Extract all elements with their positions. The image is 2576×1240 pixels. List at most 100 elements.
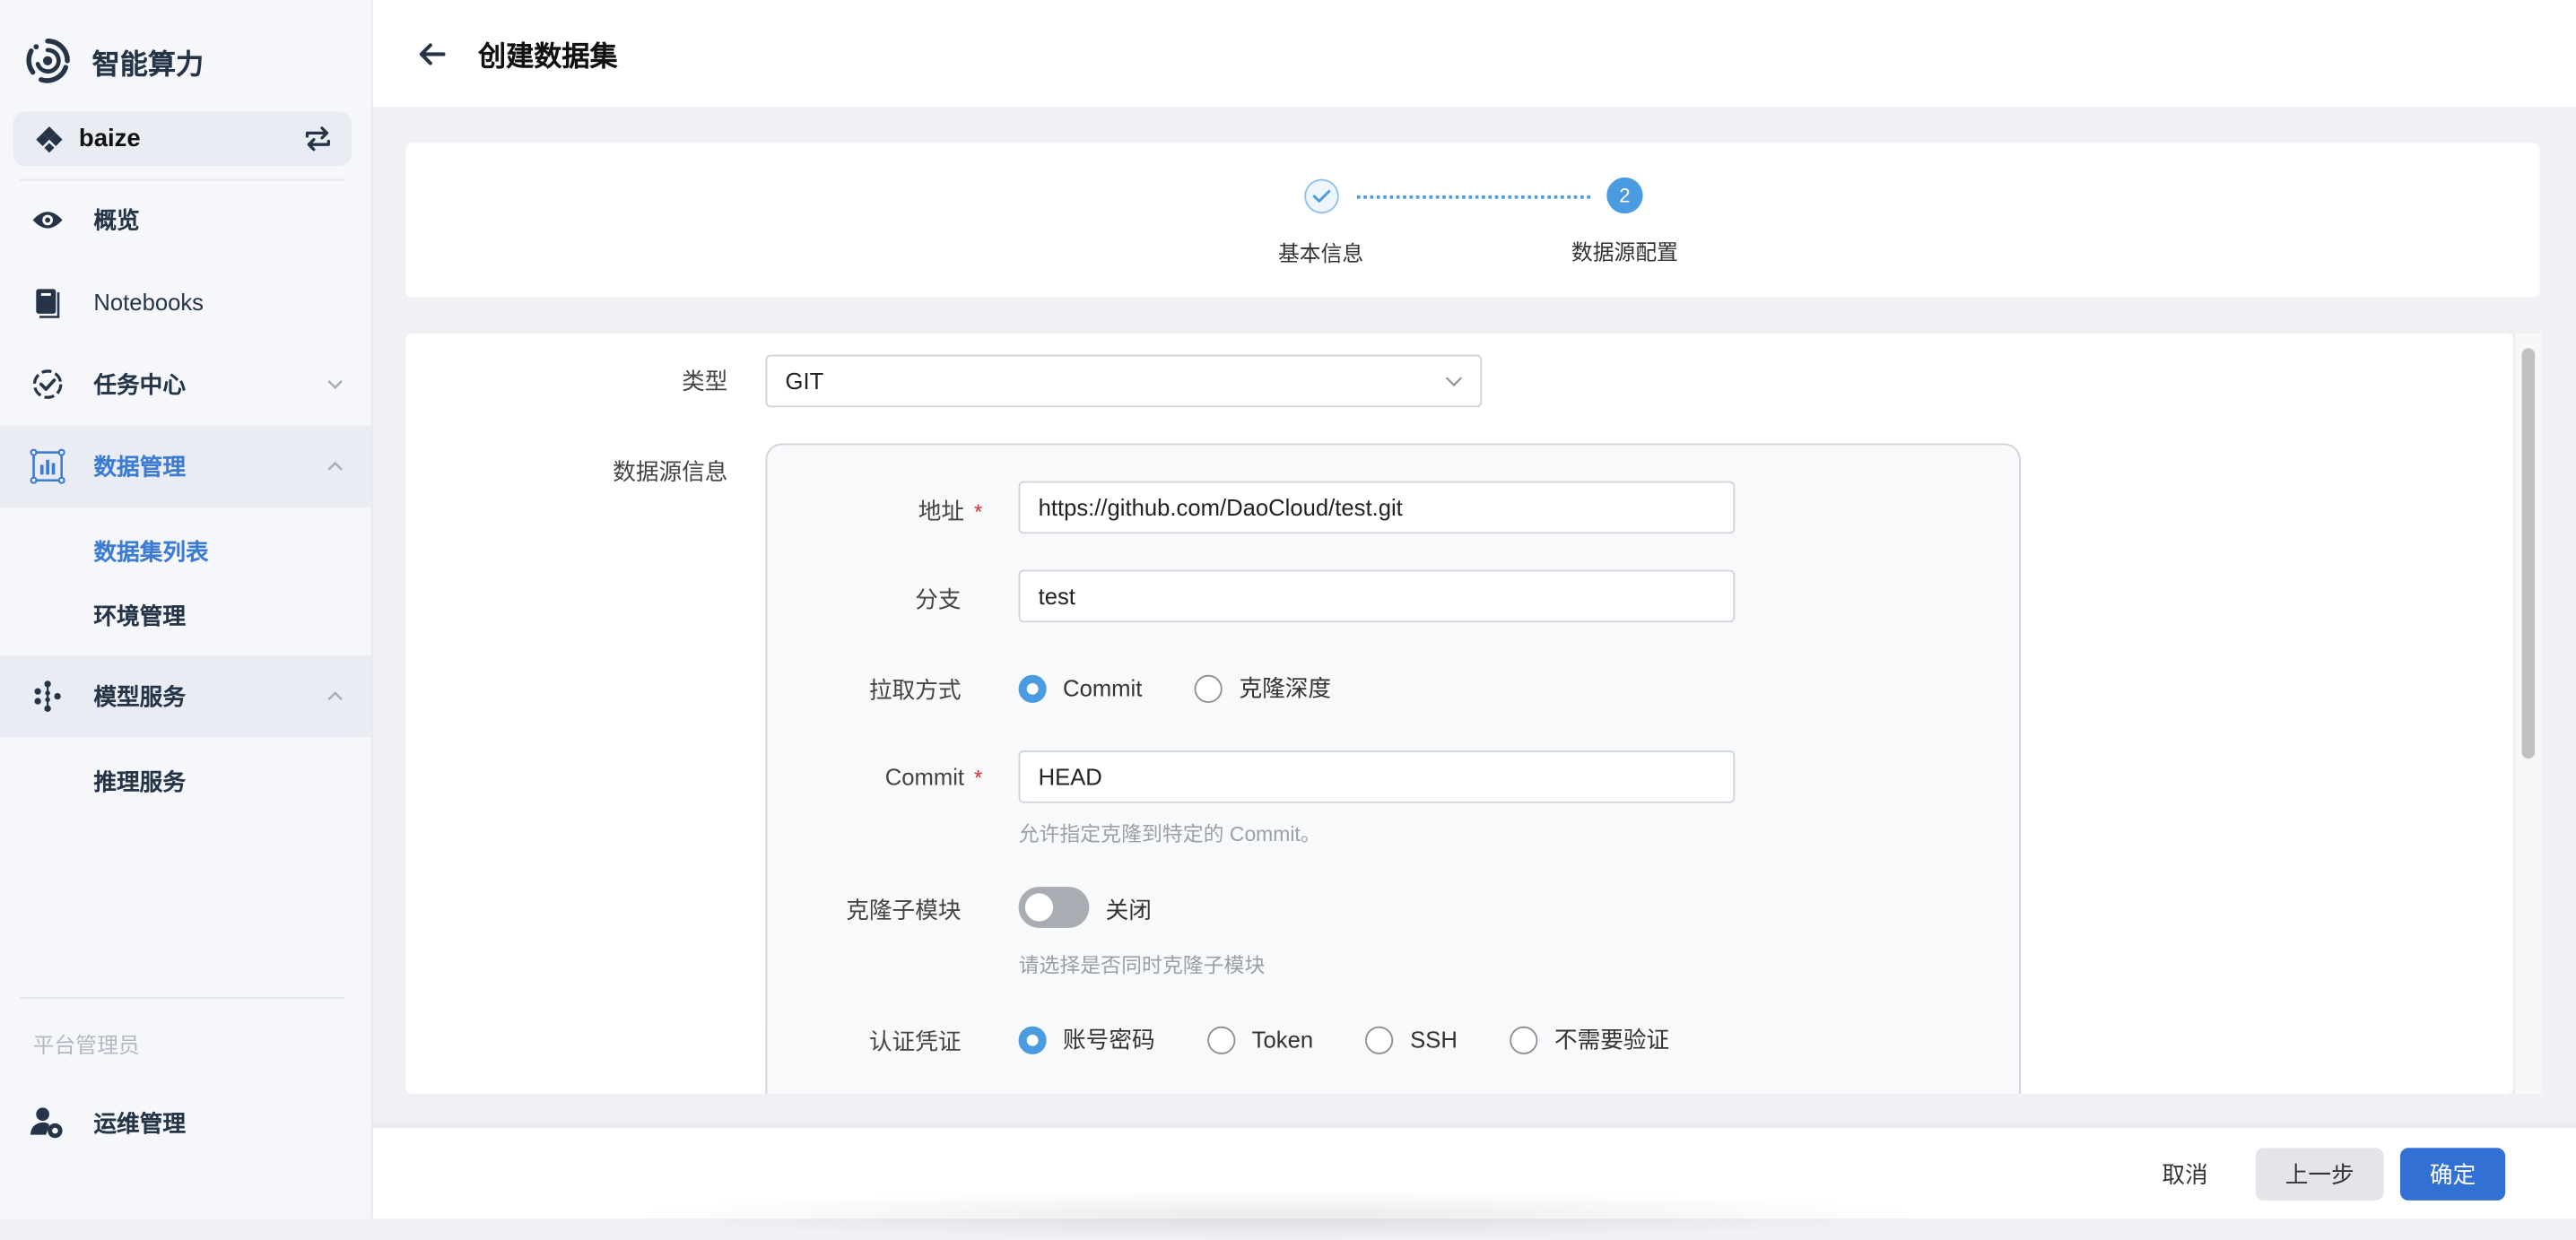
radio-dot [1365,1025,1394,1054]
pull-method-radio-group: Commit 克隆深度 [1018,672,1384,705]
required-mark: * [974,765,983,790]
model-nodes-icon [30,678,65,714]
address-label-text: 地址 [918,497,965,525]
sidebar-subitem-environment-management[interactable]: 环境管理 [93,600,186,633]
sidebar-item-overview[interactable]: 概览 [0,179,371,262]
required-mark: * [974,499,983,525]
branch-value: test [1038,583,1075,610]
notebook-icon [30,284,65,320]
type-label: 类型 [682,368,728,395]
commit-input[interactable]: HEAD [1018,750,1736,803]
submodules-toggle[interactable] [1018,887,1090,928]
brand: 智能算力 [23,36,204,85]
type-select-value: GIT [785,368,824,395]
page-title: 创建数据集 [477,40,618,73]
sidebar-subitem-dataset-list[interactable]: 数据集列表 [93,535,208,568]
address-input[interactable]: https://github.com/DaoCloud/test.git [1018,481,1736,534]
page-header: 创建数据集 [372,0,2576,108]
radio-account-password[interactable]: 账号密码 [1018,1023,1155,1056]
radio-label: Token [1251,1026,1314,1054]
app-logo-icon [26,39,70,83]
footer-actions: 取消 上一步 确定 [372,1128,2576,1240]
commit-value: HEAD [1038,763,1102,790]
chevron-up-icon [327,461,343,471]
check-icon [1303,178,1338,214]
form-card: 类型 GIT 数据源信息 地址 * https://github.com/DaoC… [405,333,2514,1094]
radio-ssh[interactable]: SSH [1365,1025,1458,1054]
branch-label: 分支 [915,585,962,613]
cancel-button[interactable]: 取消 [2147,1148,2223,1201]
chevron-down-icon [1445,377,1462,387]
radio-label: Commit [1063,674,1143,702]
radio-label: 克隆深度 [1239,674,1332,702]
data-chart-icon [30,448,65,484]
confirm-button[interactable]: 确定 [2399,1148,2506,1201]
section-label-platform-admin: 平台管理员 [32,1033,140,1058]
sidebar-item-label: 运维管理 [93,1110,186,1137]
sidebar-item-label: 任务中心 [93,370,186,398]
radio-label: SSH [1410,1026,1458,1054]
auth-label: 认证凭证 [868,1028,962,1054]
commit-hint: 允许指定克隆到特定的 Commit。 [1018,822,1321,846]
chevron-down-icon [327,380,343,389]
step-basic-info: 基本信息 [1264,178,1379,268]
sidebar-subitem-inference-service[interactable]: 推理服务 [93,766,186,799]
sidebar-item-label: 模型服务 [93,682,186,710]
radio-dot [1510,1025,1538,1054]
sidebar-item-data-management[interactable]: 数据管理 [0,425,371,507]
sidebar-item-label: 概览 [93,206,140,234]
switch-icon[interactable] [304,125,332,152]
toggle-knob [1024,893,1054,922]
user-gear-icon [30,1106,65,1141]
step-data-source-config: 2 数据源配置 [1561,177,1689,266]
sidebar-item-model-service[interactable]: 模型服务 [0,655,371,738]
auth-radio-group: 账号密码 Token SSH 不需要验证 [1018,1023,1722,1056]
radio-no-auth[interactable]: 不需要验证 [1510,1023,1670,1056]
scrollbar-thumb[interactable] [2521,348,2536,759]
radio-dot [1018,1025,1047,1054]
step-connector [1356,195,1590,199]
type-select[interactable]: GIT [765,354,1483,408]
branch-input[interactable]: test [1018,569,1736,623]
previous-step-button[interactable]: 上一步 [2255,1148,2384,1201]
step-label: 基本信息 [1277,241,1364,266]
workspace-switcher[interactable]: baize [13,111,352,166]
radio-dot [1195,673,1223,703]
commit-label-text: Commit [884,763,965,790]
radio-dot [1207,1025,1236,1054]
task-check-icon [30,366,65,402]
radio-commit[interactable]: Commit [1018,673,1143,703]
submodules-state: 关闭 [1105,897,1152,923]
arrow-left-icon[interactable] [417,39,447,69]
form-scrollbar[interactable] [2513,333,2542,1094]
radio-label: 不需要验证 [1553,1026,1670,1054]
stepper: 基本信息 2 数据源配置 [405,143,2540,298]
address-label: 地址 * [918,494,983,527]
sidebar-item-notebooks[interactable]: Notebooks [0,261,371,343]
radio-clone-depth[interactable]: 克隆深度 [1195,672,1331,705]
submodules-label: 克隆子模块 [846,897,962,923]
submodules-hint: 请选择是否同时克隆子模块 [1018,954,1266,977]
step-label: 数据源配置 [1571,239,1678,264]
eye-icon [30,202,65,238]
commit-label: Commit * [885,764,983,790]
workspace-name: baize [78,125,141,153]
radio-label: 账号密码 [1063,1026,1155,1054]
app-title: 智能算力 [91,48,205,80]
sidebar-item-label: 数据管理 [93,453,186,480]
source-info-label: 数据源信息 [613,458,728,485]
workspace-diamond-icon [36,126,63,152]
sidebar-divider [19,996,345,999]
address-value: https://github.com/DaoCloud/test.git [1038,494,1403,521]
radio-token[interactable]: Token [1207,1025,1314,1054]
sidebar-item-ops-management[interactable]: 运维管理 [0,1082,371,1165]
step-number: 2 [1606,177,1643,214]
chevron-up-icon [327,691,343,701]
sidebar-item-label: Notebooks [93,289,205,316]
footer-shadow [619,1190,1934,1240]
pull-method-label: 拉取方式 [868,676,962,703]
sidebar-item-task-center[interactable]: 任务中心 [0,343,371,426]
sidebar: 智能算力 baize 概览 Notebooks 任务中心 数据管理 数据集列表 … [0,0,373,1219]
data-source-panel: 地址 * https://github.com/DaoCloud/test.git… [765,443,2021,1094]
radio-dot [1018,673,1047,703]
